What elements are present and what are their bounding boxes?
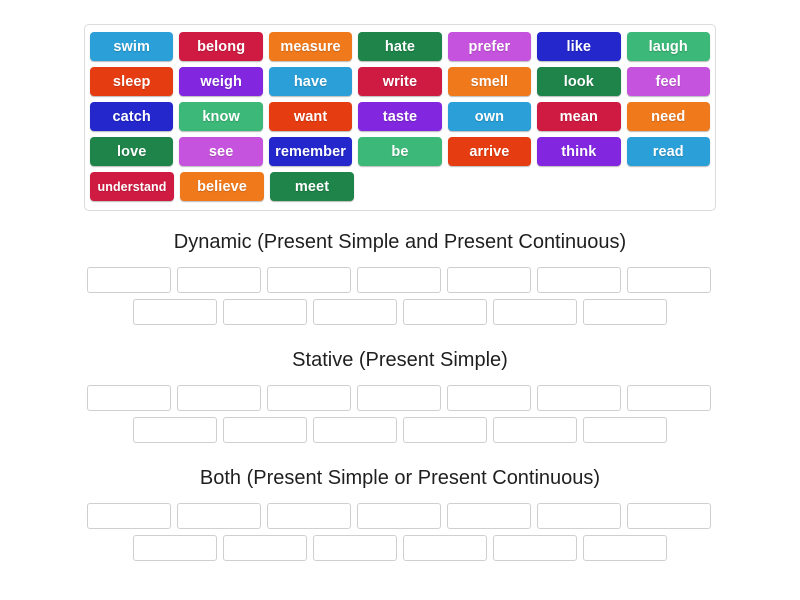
word-tile[interactable]: smell: [447, 67, 532, 96]
drop-slot[interactable]: [267, 503, 351, 529]
word-tile[interactable]: look: [537, 67, 621, 96]
drop-slot[interactable]: [177, 385, 261, 411]
slot-row-top: [84, 500, 716, 532]
word-tile[interactable]: weigh: [179, 67, 263, 96]
word-tile[interactable]: mean: [537, 102, 621, 131]
drop-slot[interactable]: [223, 535, 307, 561]
category-title: Both (Present Simple or Present Continuo…: [199, 467, 601, 489]
drop-slot[interactable]: [313, 535, 397, 561]
word-tile[interactable]: catch: [90, 102, 174, 131]
word-bank-row: understand believe meet: [87, 169, 713, 204]
slot-row-top: [84, 264, 716, 296]
drop-slot[interactable]: [627, 503, 711, 529]
drop-slot[interactable]: [223, 299, 307, 325]
word-tile[interactable]: believe: [180, 172, 264, 201]
drop-slot[interactable]: [87, 503, 171, 529]
drop-slot[interactable]: [223, 417, 307, 443]
drop-slot[interactable]: [493, 299, 577, 325]
slot-row-bottom: [84, 296, 716, 328]
drop-slot[interactable]: [403, 535, 487, 561]
slot-row-top: [84, 382, 716, 414]
drop-slot[interactable]: [403, 417, 487, 443]
drop-slot[interactable]: [313, 417, 397, 443]
word-tile[interactable]: sleep: [90, 67, 174, 96]
word-tile[interactable]: love: [90, 137, 174, 166]
drop-slot[interactable]: [177, 503, 261, 529]
word-tile[interactable]: like: [537, 32, 621, 61]
slot-row-bottom: [84, 414, 716, 446]
drop-slot[interactable]: [357, 503, 441, 529]
word-tile[interactable]: need: [626, 102, 710, 131]
drop-slot[interactable]: [87, 267, 171, 293]
word-tile[interactable]: hate: [358, 32, 442, 61]
drop-slot[interactable]: [87, 385, 171, 411]
drop-slot[interactable]: [267, 267, 351, 293]
drop-slot[interactable]: [133, 535, 217, 561]
word-tile[interactable]: want: [268, 102, 353, 131]
word-tile[interactable]: measure: [268, 32, 353, 61]
drop-slot[interactable]: [133, 417, 217, 443]
word-tile[interactable]: have: [268, 67, 353, 96]
word-tile[interactable]: know: [179, 102, 263, 131]
word-bank-row: love see remember be arrive think read: [87, 134, 713, 169]
word-tile[interactable]: see: [179, 137, 263, 166]
category-group-2: Both (Present Simple or Present Continuo…: [84, 466, 716, 564]
word-tile[interactable]: prefer: [447, 32, 532, 61]
word-tile[interactable]: understand: [90, 172, 174, 201]
slot-row-bottom: [84, 532, 716, 564]
word-bank-row: sleep weigh have write smell look feel: [87, 64, 713, 99]
word-bank-row: swim belong measure hate prefer like laugh: [87, 29, 713, 64]
word-tile[interactable]: think: [537, 137, 621, 166]
drop-slot[interactable]: [583, 299, 667, 325]
drop-slot[interactable]: [537, 267, 621, 293]
drop-slot[interactable]: [177, 267, 261, 293]
activity-page: swim belong measure hate prefer like laugh slee…: [0, 0, 800, 600]
drop-slot[interactable]: [447, 385, 531, 411]
drop-slot[interactable]: [583, 535, 667, 561]
drop-slot[interactable]: [627, 267, 711, 293]
word-tile[interactable]: be: [358, 137, 442, 166]
word-tile[interactable]: feel: [626, 67, 710, 96]
drop-slot[interactable]: [583, 417, 667, 443]
word-bank-row: catch know want taste own mean need: [87, 99, 713, 134]
drop-slot[interactable]: [447, 503, 531, 529]
word-tile[interactable]: read: [626, 137, 710, 166]
drop-slot[interactable]: [447, 267, 531, 293]
word-tile[interactable]: belong: [179, 32, 263, 61]
drop-slot[interactable]: [357, 267, 441, 293]
drop-slot[interactable]: [267, 385, 351, 411]
word-tile[interactable]: arrive: [447, 137, 532, 166]
word-tile[interactable]: own: [447, 102, 532, 131]
word-tile[interactable]: write: [358, 67, 442, 96]
category-group-1: Stative (Present Simple): [84, 348, 716, 446]
category-group-0: Dynamic (Present Simple and Present Cont…: [84, 230, 716, 328]
drop-slot[interactable]: [627, 385, 711, 411]
drop-slot[interactable]: [537, 503, 621, 529]
word-tile[interactable]: swim: [90, 32, 174, 61]
drop-slot[interactable]: [133, 299, 217, 325]
drop-slot[interactable]: [537, 385, 621, 411]
drop-slot[interactable]: [403, 299, 487, 325]
word-tile[interactable]: remember: [268, 137, 353, 166]
word-tile[interactable]: taste: [358, 102, 442, 131]
word-tile[interactable]: laugh: [626, 32, 710, 61]
category-title: Dynamic (Present Simple and Present Cont…: [173, 231, 627, 253]
drop-slot[interactable]: [357, 385, 441, 411]
drop-slot[interactable]: [493, 417, 577, 443]
drop-slot[interactable]: [313, 299, 397, 325]
drop-slot[interactable]: [493, 535, 577, 561]
category-title: Stative (Present Simple): [292, 349, 508, 371]
word-tile[interactable]: meet: [270, 172, 354, 201]
word-bank: swim belong measure hate prefer like laugh slee…: [84, 24, 716, 211]
